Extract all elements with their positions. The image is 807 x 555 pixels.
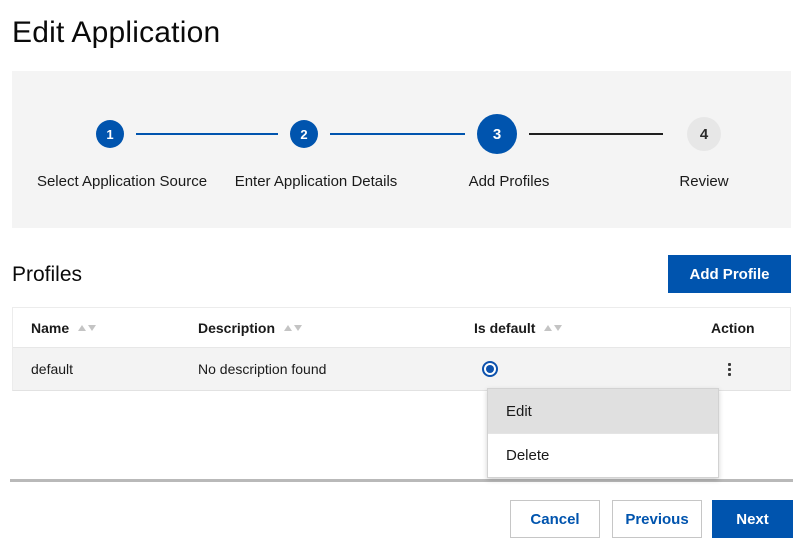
step-number-4: 4 — [700, 126, 708, 143]
column-header-description[interactable]: Description — [180, 320, 456, 336]
page-title: Edit Application — [12, 16, 220, 50]
action-cell — [681, 357, 790, 381]
radio-selected-dot — [486, 365, 494, 373]
step-connector-1-2 — [136, 133, 278, 135]
footer-divider — [10, 479, 793, 482]
step-connector-2-3 — [330, 133, 465, 135]
step-circle-2[interactable]: 2 — [290, 120, 318, 148]
previous-button[interactable]: Previous — [612, 500, 702, 538]
step-connector-3-4 — [529, 133, 663, 135]
column-header-is-default[interactable]: Is default — [456, 320, 681, 336]
step-number-3: 3 — [493, 126, 501, 143]
edit-application-page: Edit Application 1 2 3 4 Select Applicat… — [0, 0, 807, 555]
next-button[interactable]: Next — [712, 500, 793, 538]
row-actions-menu: Edit Delete — [487, 388, 719, 478]
is-default-cell — [456, 361, 681, 377]
step-circle-1[interactable]: 1 — [96, 120, 124, 148]
menu-item-delete[interactable]: Delete — [488, 433, 718, 477]
sort-icon — [284, 325, 302, 331]
step-label-add-profiles: Add Profiles — [419, 171, 599, 193]
table-header-row: Name Description Is default Action — [13, 308, 790, 348]
column-header-action-label: Action — [711, 320, 755, 336]
profile-description-cell: No description found — [180, 361, 456, 377]
menu-item-edit[interactable]: Edit — [488, 389, 718, 433]
table-row: default No description found — [13, 348, 790, 390]
is-default-radio[interactable] — [482, 361, 498, 377]
step-label-select-application-source: Select Application Source — [32, 171, 212, 193]
column-header-name[interactable]: Name — [13, 320, 180, 336]
column-header-action: Action — [681, 320, 790, 336]
sort-icon — [78, 325, 96, 331]
profiles-table: Name Description Is default Action defau… — [12, 307, 791, 391]
step-label-enter-application-details: Enter Application Details — [226, 171, 406, 193]
row-actions-kebab-icon[interactable] — [719, 357, 739, 381]
column-header-is-default-label: Is default — [474, 320, 535, 336]
cancel-button[interactable]: Cancel — [510, 500, 600, 538]
step-label-review: Review — [614, 171, 794, 193]
profile-name-cell: default — [13, 361, 180, 377]
profiles-section-heading: Profiles — [12, 263, 82, 287]
wizard-stepper: 1 2 3 4 Select Application Source Enter … — [12, 71, 791, 228]
step-number-1: 1 — [106, 127, 113, 142]
step-number-2: 2 — [300, 127, 307, 142]
sort-icon — [544, 325, 562, 331]
step-circle-4: 4 — [687, 117, 721, 151]
column-header-name-label: Name — [31, 320, 69, 336]
step-circle-3[interactable]: 3 — [477, 114, 517, 154]
add-profile-button[interactable]: Add Profile — [668, 255, 791, 293]
column-header-description-label: Description — [198, 320, 275, 336]
